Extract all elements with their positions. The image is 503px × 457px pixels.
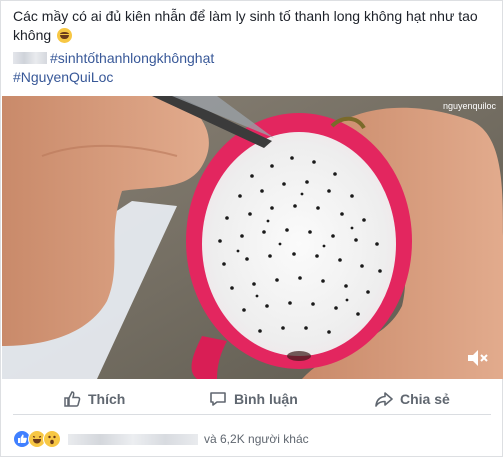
comment-bubble-icon <box>210 392 226 406</box>
reaction-others-count: và 6,2K người khác <box>204 432 309 446</box>
comment-label: Bình luận <box>234 391 298 407</box>
video-player[interactable]: nguyenquiloc <box>2 96 503 379</box>
share-button[interactable]: Chia sẻ <box>375 389 450 409</box>
share-label: Chia sẻ <box>400 391 450 407</box>
comment-button[interactable]: Bình luận <box>209 389 298 409</box>
blurred-mention <box>13 52 47 64</box>
blurred-reactor-names <box>68 433 198 445</box>
video-frame-dragonfruit <box>2 96 503 379</box>
share-arrow-icon <box>375 392 393 407</box>
like-label: Thích <box>88 391 126 407</box>
video-watermark: nguyenquiloc <box>442 101 496 111</box>
hashtag-line-2: #NguyenQuiLoc <box>13 68 113 86</box>
like-button[interactable]: Thích <box>63 389 125 409</box>
post-caption: Các mầy có ai đủ kiên nhẫn để làm ly sin… <box>13 7 491 45</box>
hashtag-link-sinhto[interactable]: #sinhtốthanhlongkhônghạt <box>50 50 214 66</box>
post-action-bar: Thích Bình luận Chia sẻ <box>13 384 491 415</box>
caption-text: Các mầy có ai đủ kiên nhẫn để làm ly sin… <box>13 8 478 43</box>
facebook-post: Các mầy có ai đủ kiên nhẫn để làm ly sin… <box>0 0 503 457</box>
laughing-emoji-icon <box>57 28 73 43</box>
wow-reaction-icon <box>43 430 61 448</box>
thumbs-up-icon <box>64 391 81 407</box>
hashtag-line-1: #sinhtốthanhlongkhônghạt <box>13 49 214 67</box>
reaction-summary[interactable]: và 6,2K người khác <box>13 429 309 449</box>
hashtag-link-nguyenquiloc[interactable]: #NguyenQuiLoc <box>13 69 113 85</box>
volume-muted-icon[interactable] <box>467 349 489 367</box>
